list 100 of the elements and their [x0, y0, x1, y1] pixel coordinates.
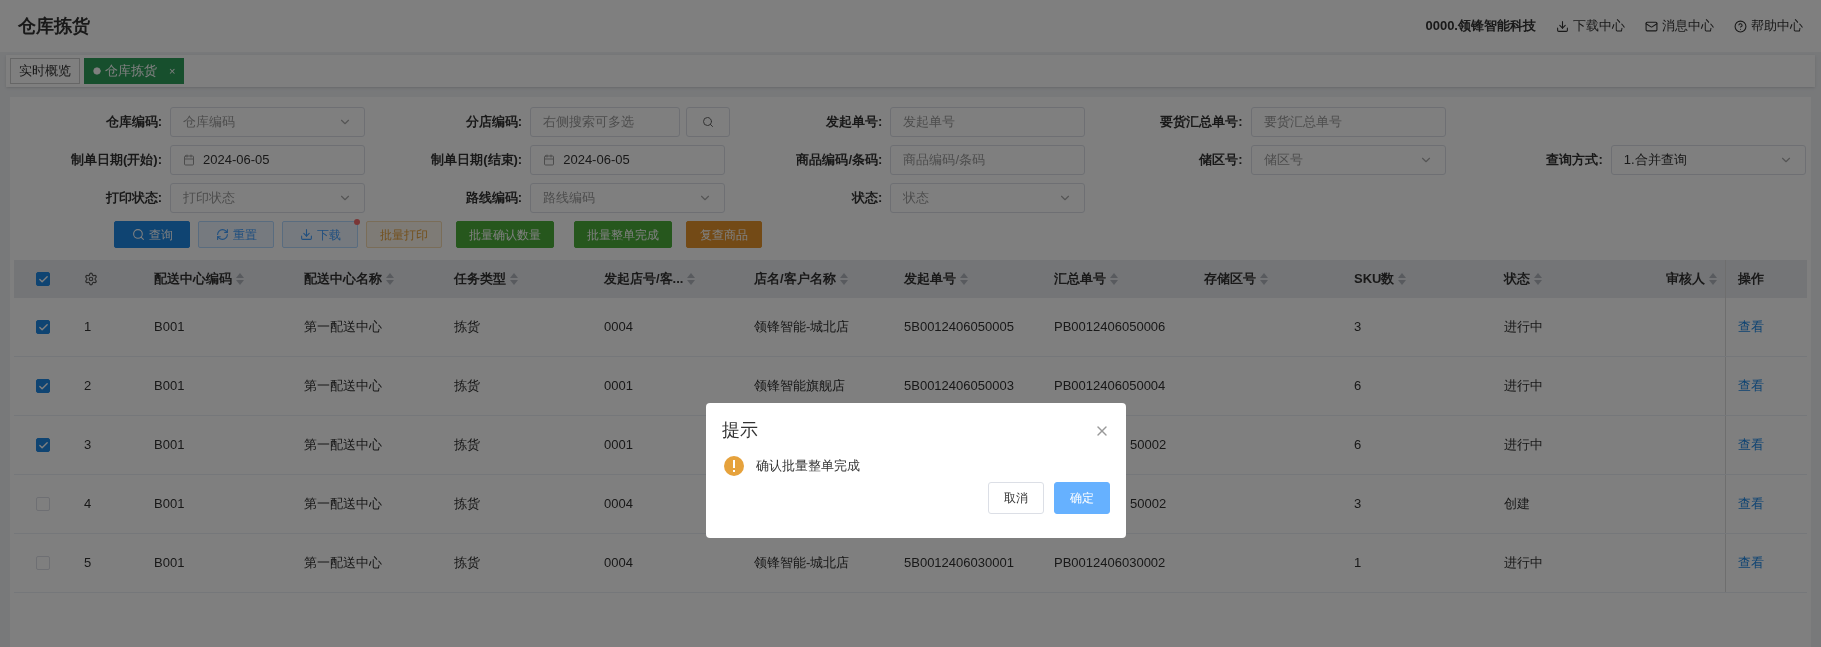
table-cell: 6	[1354, 378, 1362, 394]
action-button[interactable]: 复查商品	[686, 221, 762, 248]
settings-icon[interactable]	[84, 272, 98, 286]
view-link[interactable]: 查看	[1738, 435, 1764, 455]
dialog-message: 确认批量整单完成	[756, 457, 860, 476]
table-cell: PB0012406030002	[1054, 555, 1166, 571]
sort-icon[interactable]	[236, 273, 244, 285]
field-label: 打印状态:	[104, 189, 163, 208]
search-button[interactable]	[686, 107, 731, 137]
sort-icon[interactable]	[386, 273, 394, 285]
header-link[interactable]: 帮助中心	[1734, 16, 1803, 36]
sort-icon[interactable]	[1110, 273, 1118, 285]
action-button[interactable]: 批量打印	[366, 221, 442, 248]
action-button[interactable]: 批量确认数量	[456, 221, 554, 248]
sort-icon[interactable]	[510, 273, 518, 285]
table-cell: PB0012406050004	[1054, 378, 1166, 394]
column-header: 审核人	[1666, 270, 1705, 289]
select-field[interactable]: 1.合并查询	[1610, 145, 1806, 175]
table-cell: B001	[154, 437, 185, 453]
sort-icon[interactable]	[960, 273, 968, 285]
field-label: 路线编码:	[464, 189, 524, 208]
field-label: 储区号:	[1197, 151, 1244, 170]
page-title: 仓库拣货	[18, 14, 90, 38]
view-link[interactable]: 查看	[1738, 494, 1764, 514]
tab-close[interactable]: ×	[169, 62, 176, 80]
table-cell: 0004	[604, 555, 633, 571]
column-header: 配送中心名称	[304, 270, 382, 289]
search-icon	[702, 116, 715, 128]
column-header: 汇总单号	[1054, 270, 1106, 289]
header-link[interactable]: 消息中心	[1645, 16, 1714, 36]
refresh-icon	[215, 228, 229, 241]
action-button[interactable]: 重置	[198, 221, 274, 248]
sort-icon[interactable]	[839, 273, 848, 285]
date-field[interactable]: 2024-06-05	[530, 145, 726, 175]
table-cell: 进行中	[1504, 437, 1543, 453]
column-header: 配送中心编码	[154, 270, 232, 289]
checkbox[interactable]	[36, 320, 50, 334]
table-cell: 5B0012406030001	[904, 555, 1014, 571]
action-button[interactable]: 下载	[282, 221, 358, 248]
table-cell: 拣货	[454, 496, 480, 512]
table-cell: B001	[154, 555, 185, 571]
column-header: 店名/客户名称	[754, 270, 836, 289]
table-cell: B001	[154, 378, 185, 394]
table-cell: 6	[1354, 437, 1362, 453]
checkbox[interactable]	[36, 379, 50, 393]
tab[interactable]: 实时概览	[10, 58, 80, 84]
sort-icon[interactable]	[1709, 273, 1717, 285]
checkbox[interactable]	[36, 272, 50, 286]
column-header: 发起单号	[904, 270, 956, 289]
table-cell: PB0012406050006	[1054, 319, 1166, 335]
view-link[interactable]: 查看	[1738, 553, 1764, 573]
calendar-icon	[543, 154, 556, 166]
table-cell: 0004	[604, 496, 633, 512]
column-header: 存储区号	[1204, 270, 1256, 289]
table-cell: 0001	[604, 437, 633, 453]
view-link[interactable]: 查看	[1738, 317, 1764, 337]
table-cell: 0004	[604, 319, 633, 335]
table-cell: B001	[154, 319, 185, 335]
dot-icon	[93, 67, 101, 75]
view-link[interactable]: 查看	[1738, 376, 1764, 396]
row-number: 5	[84, 555, 92, 571]
table-cell: B001	[154, 496, 185, 512]
action-button[interactable]: 批量整单完成	[574, 221, 672, 248]
row-number: 1	[84, 319, 92, 335]
column-header: SKU数	[1354, 270, 1395, 289]
table-cell: 5B0012406050003	[904, 378, 1014, 394]
table-cell: 进行中	[1504, 555, 1543, 571]
dialog-button[interactable]: 确定	[1054, 482, 1110, 514]
warning-icon	[724, 456, 744, 476]
table-cell: 拣货	[454, 555, 480, 571]
tab[interactable]: 仓库拣货 ×	[84, 58, 185, 84]
sort-icon[interactable]	[687, 273, 696, 285]
field-label: 要货汇总单号:	[1159, 113, 1244, 132]
dialog-button[interactable]: 取消	[988, 482, 1044, 514]
column-header: 状态	[1504, 270, 1530, 289]
action-button[interactable]: 查询	[114, 221, 190, 248]
calendar-icon	[183, 154, 195, 166]
table-cell: 拣货	[454, 437, 480, 453]
table-cell: 1	[1354, 555, 1362, 571]
table-cell: 领锋智能旗舰店	[754, 378, 845, 394]
sort-icon[interactable]	[1398, 273, 1407, 285]
sort-icon[interactable]	[1534, 273, 1542, 285]
table-cell: 拣货	[454, 319, 480, 335]
table-cell: 拣货	[454, 378, 480, 394]
field-label: 发起单号:	[825, 113, 884, 132]
table-cell: 50002	[1130, 496, 1167, 512]
table-cell: 0001	[604, 378, 633, 394]
checkbox[interactable]	[36, 438, 50, 452]
row-number: 3	[84, 437, 92, 453]
sort-icon[interactable]	[1260, 273, 1268, 285]
field-label: 仓库编码:	[104, 113, 163, 132]
field-label: 状态:	[850, 189, 884, 208]
header-link[interactable]: 下载中心	[1556, 16, 1625, 36]
column-header: 操作	[1738, 270, 1764, 289]
field-label: 制单日期(结束):	[430, 151, 524, 170]
table-cell: 50002	[1130, 437, 1167, 453]
table-cell: 3	[1354, 319, 1362, 335]
table-cell: 创建	[1504, 496, 1530, 512]
download-icon	[1556, 19, 1569, 33]
date-field[interactable]: 2024-06-05	[170, 145, 365, 175]
